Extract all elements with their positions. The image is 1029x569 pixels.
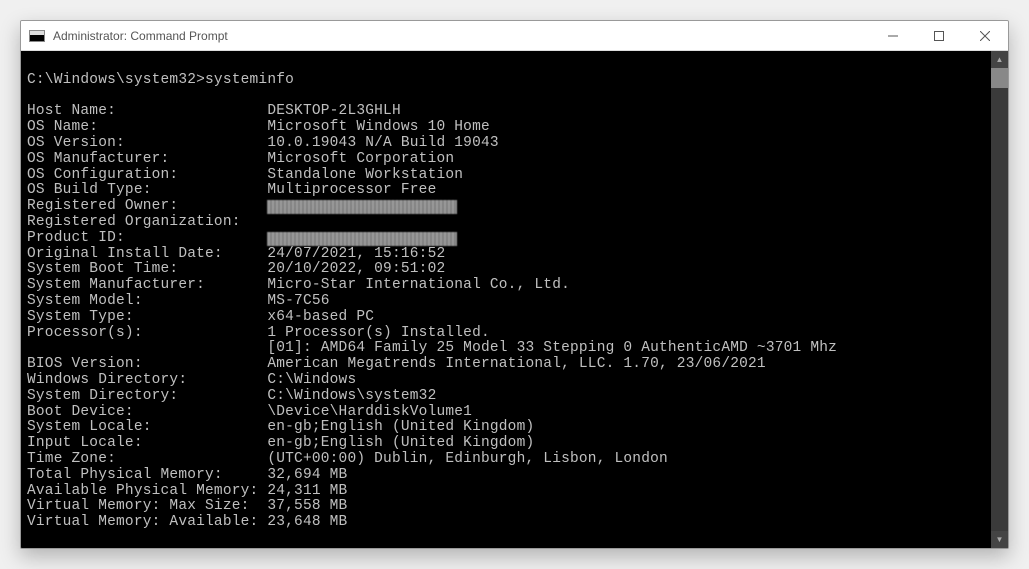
sysinfo-row: System Type: x64-based PC bbox=[27, 309, 374, 325]
prompt-line: C:\Windows\system32>systeminfo bbox=[27, 72, 294, 88]
scroll-down-arrow-icon[interactable]: ▼ bbox=[991, 531, 1008, 548]
sysinfo-row: Registered Owner: bbox=[27, 198, 457, 214]
sysinfo-label: Total Physical Memory: bbox=[27, 467, 267, 483]
sysinfo-value: C:\Windows\system32 bbox=[267, 388, 436, 404]
sysinfo-row: Time Zone: (UTC+00:00) Dublin, Edinburgh… bbox=[27, 451, 668, 467]
sysinfo-value: en-gb;English (United Kingdom) bbox=[267, 419, 534, 435]
sysinfo-label: BIOS Version: bbox=[27, 356, 267, 372]
sysinfo-row: Host Name: DESKTOP-2L3GHLH bbox=[27, 103, 401, 119]
sysinfo-value: Microsoft Corporation bbox=[267, 151, 454, 167]
sysinfo-label: System Type: bbox=[27, 309, 267, 325]
window-controls bbox=[870, 21, 1008, 51]
sysinfo-label: System Model: bbox=[27, 293, 267, 309]
sysinfo-label: Registered Organization: bbox=[27, 214, 267, 230]
sysinfo-value: 32,694 MB bbox=[267, 467, 347, 483]
sysinfo-label: System Boot Time: bbox=[27, 261, 267, 277]
sysinfo-label: OS Name: bbox=[27, 119, 267, 135]
sysinfo-label: OS Version: bbox=[27, 135, 267, 151]
sysinfo-row: Processor(s): 1 Processor(s) Installed. bbox=[27, 325, 490, 341]
sysinfo-row: OS Build Type: Multiprocessor Free bbox=[27, 182, 436, 198]
sysinfo-label: Available Physical Memory: bbox=[27, 483, 267, 499]
sysinfo-value: 20/10/2022, 09:51:02 bbox=[267, 261, 445, 277]
sysinfo-row: Input Locale: en-gb;English (United King… bbox=[27, 435, 534, 451]
sysinfo-value: Microsoft Windows 10 Home bbox=[267, 119, 490, 135]
sysinfo-label: System Directory: bbox=[27, 388, 267, 404]
sysinfo-value: en-gb;English (United Kingdom) bbox=[267, 435, 534, 451]
sysinfo-label: Time Zone: bbox=[27, 451, 267, 467]
sysinfo-label: OS Manufacturer: bbox=[27, 151, 267, 167]
sysinfo-label: OS Build Type: bbox=[27, 182, 267, 198]
sysinfo-value: x64-based PC bbox=[267, 309, 374, 325]
sysinfo-row: Virtual Memory: Available: 23,648 MB bbox=[27, 514, 347, 530]
sysinfo-label: Original Install Date: bbox=[27, 246, 267, 262]
maximize-button[interactable] bbox=[916, 21, 962, 51]
window-title: Administrator: Command Prompt bbox=[53, 29, 870, 43]
sysinfo-row: Virtual Memory: Max Size: 37,558 MB bbox=[27, 498, 347, 514]
sysinfo-value: American Megatrends International, LLC. … bbox=[267, 356, 765, 372]
sysinfo-label: Input Locale: bbox=[27, 435, 267, 451]
sysinfo-value: 1 Processor(s) Installed. bbox=[267, 325, 490, 341]
close-button[interactable] bbox=[962, 21, 1008, 51]
terminal-output[interactable]: C:\Windows\system32>systeminfo Host Name… bbox=[21, 51, 991, 548]
sysinfo-label: System Locale: bbox=[27, 419, 267, 435]
sysinfo-label: Boot Device: bbox=[27, 404, 267, 420]
sysinfo-label: OS Configuration: bbox=[27, 167, 267, 183]
sysinfo-value: C:\Windows bbox=[267, 372, 356, 388]
sysinfo-row: OS Manufacturer: Microsoft Corporation bbox=[27, 151, 454, 167]
sysinfo-value: (UTC+00:00) Dublin, Edinburgh, Lisbon, L… bbox=[267, 451, 668, 467]
sysinfo-row: Windows Directory: C:\Windows bbox=[27, 372, 356, 388]
sysinfo-row: System Model: MS-7C56 bbox=[27, 293, 330, 309]
sysinfo-value: Multiprocessor Free bbox=[267, 182, 436, 198]
sysinfo-value: MS-7C56 bbox=[267, 293, 329, 309]
sysinfo-row: [01]: AMD64 Family 25 Model 33 Stepping … bbox=[27, 340, 837, 356]
minimize-button[interactable] bbox=[870, 21, 916, 51]
sysinfo-row: Registered Organization: bbox=[27, 214, 267, 230]
sysinfo-row: Product ID: bbox=[27, 230, 457, 246]
sysinfo-row: System Directory: C:\Windows\system32 bbox=[27, 388, 436, 404]
cmd-icon bbox=[29, 28, 45, 44]
sysinfo-label: Registered Owner: bbox=[27, 198, 267, 214]
scrollbar[interactable]: ▲ ▼ bbox=[991, 51, 1008, 548]
sysinfo-label: Windows Directory: bbox=[27, 372, 267, 388]
sysinfo-row: System Manufacturer: Micro-Star Internat… bbox=[27, 277, 570, 293]
sysinfo-value: Micro-Star International Co., Ltd. bbox=[267, 277, 570, 293]
sysinfo-row: BIOS Version: American Megatrends Intern… bbox=[27, 356, 766, 372]
sysinfo-row: OS Version: 10.0.19043 N/A Build 19043 bbox=[27, 135, 499, 151]
sysinfo-row: OS Name: Microsoft Windows 10 Home bbox=[27, 119, 490, 135]
redacted-value bbox=[267, 200, 457, 214]
sysinfo-value: 37,558 MB bbox=[267, 498, 347, 514]
scroll-up-arrow-icon[interactable]: ▲ bbox=[991, 51, 1008, 68]
sysinfo-label: System Manufacturer: bbox=[27, 277, 267, 293]
sysinfo-row: System Boot Time: 20/10/2022, 09:51:02 bbox=[27, 261, 445, 277]
sysinfo-value: 10.0.19043 N/A Build 19043 bbox=[267, 135, 498, 151]
sysinfo-label: Virtual Memory: Max Size: bbox=[27, 498, 267, 514]
sysinfo-label bbox=[27, 340, 267, 356]
sysinfo-row: Total Physical Memory: 32,694 MB bbox=[27, 467, 347, 483]
terminal-area: C:\Windows\system32>systeminfo Host Name… bbox=[21, 51, 1008, 548]
sysinfo-value: DESKTOP-2L3GHLH bbox=[267, 103, 401, 119]
sysinfo-value: 24/07/2021, 15:16:52 bbox=[267, 246, 445, 262]
sysinfo-value: 23,648 MB bbox=[267, 514, 347, 530]
titlebar[interactable]: Administrator: Command Prompt bbox=[21, 21, 1008, 51]
sysinfo-row: Original Install Date: 24/07/2021, 15:16… bbox=[27, 246, 445, 262]
sysinfo-label: Product ID: bbox=[27, 230, 267, 246]
sysinfo-row: OS Configuration: Standalone Workstation bbox=[27, 167, 463, 183]
sysinfo-label: Host Name: bbox=[27, 103, 267, 119]
sysinfo-label: Virtual Memory: Available: bbox=[27, 514, 267, 530]
sysinfo-row: Boot Device: \Device\HarddiskVolume1 bbox=[27, 404, 472, 420]
sysinfo-row: System Locale: en-gb;English (United Kin… bbox=[27, 419, 534, 435]
sysinfo-value: Standalone Workstation bbox=[267, 167, 463, 183]
sysinfo-value: \Device\HarddiskVolume1 bbox=[267, 404, 472, 420]
sysinfo-label: Processor(s): bbox=[27, 325, 267, 341]
sysinfo-row: Available Physical Memory: 24,311 MB bbox=[27, 483, 347, 499]
window-frame: Administrator: Command Prompt C:\Windows… bbox=[20, 20, 1009, 549]
sysinfo-value: [01]: AMD64 Family 25 Model 33 Stepping … bbox=[267, 340, 837, 356]
sysinfo-value: 24,311 MB bbox=[267, 483, 347, 499]
redacted-value bbox=[267, 232, 457, 246]
scrollbar-track[interactable] bbox=[991, 68, 1008, 531]
scrollbar-thumb[interactable] bbox=[991, 68, 1008, 88]
